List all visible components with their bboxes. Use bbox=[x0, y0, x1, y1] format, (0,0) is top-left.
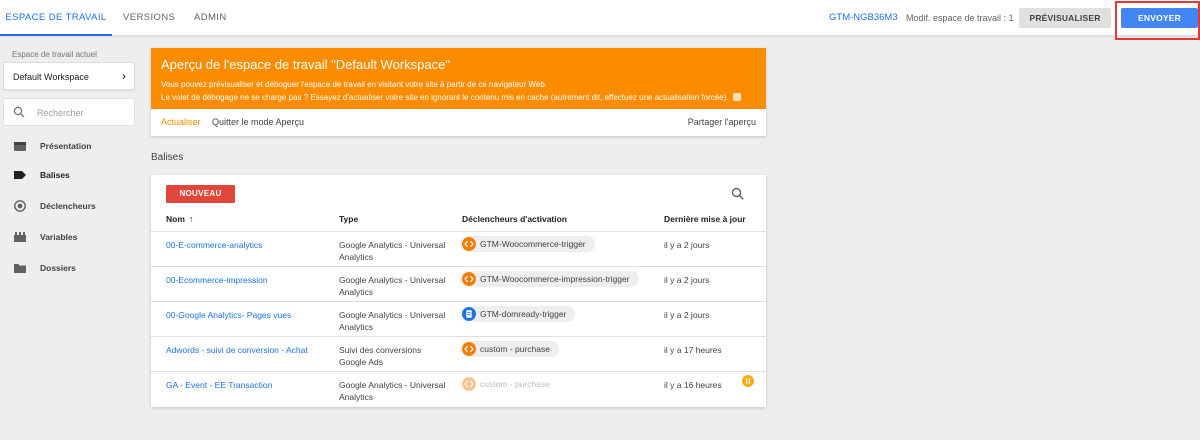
current-workspace-label: Espace de travail actuel bbox=[12, 50, 97, 59]
workspace-selector[interactable]: Default Workspace › bbox=[3, 62, 135, 90]
quit-preview-link[interactable]: Quitter le mode Aperçu bbox=[212, 117, 304, 127]
trigger-chip-label: GTM-Woocommerce-impression-trigger bbox=[480, 274, 630, 284]
table-row[interactable]: GA - Event - EE Transaction Google Analy… bbox=[151, 371, 766, 407]
last-updated: il y a 16 heures bbox=[664, 380, 722, 390]
last-updated: il y a 2 jours bbox=[664, 275, 710, 285]
custom-event-icon bbox=[462, 272, 476, 286]
tab-versions[interactable]: VERSIONS bbox=[123, 0, 175, 36]
container-id-link[interactable]: GTM-NGB36M3 bbox=[829, 0, 898, 36]
search-icon bbox=[13, 106, 25, 118]
preview-mode-card: Aperçu de l'espace de travail "Default W… bbox=[151, 48, 766, 136]
sidebar-item-label: Variables bbox=[40, 232, 78, 242]
tag-type: Google Analytics - Universal Analytics bbox=[339, 275, 446, 297]
sidebar-item-label: Déclencheurs bbox=[40, 201, 96, 211]
page-view-icon bbox=[462, 307, 476, 321]
sidebar-item-label: Balises bbox=[40, 170, 70, 180]
chevron-right-icon: › bbox=[122, 69, 126, 83]
preview-description: Vous pouvez prévisualiser et déboguer l'… bbox=[161, 80, 548, 89]
tag-type: Suivi des conversions Google Ads bbox=[339, 345, 422, 367]
workspace-changes-count: Modif. espace de travail : 1 bbox=[906, 13, 1014, 23]
tag-icon bbox=[14, 171, 26, 179]
table-row[interactable]: 00-Google Analytics- Pages vues Google A… bbox=[151, 301, 766, 337]
preview-banner: Aperçu de l'espace de travail "Default W… bbox=[151, 48, 766, 109]
search-icon[interactable] bbox=[731, 187, 744, 200]
tag-name-link[interactable]: 00-Ecommerce-impression bbox=[166, 275, 268, 285]
tag-name-link[interactable]: GA - Event - EE Transaction bbox=[166, 380, 272, 390]
search-placeholder: Rechercher bbox=[37, 108, 84, 118]
custom-event-icon bbox=[462, 237, 476, 251]
tab-workspace[interactable]: ESPACE DE TRAVAIL bbox=[0, 0, 112, 36]
trigger-chip[interactable]: custom - purchase bbox=[460, 376, 559, 392]
tag-name-link[interactable]: Adwords - suivi de conversion - Achat bbox=[166, 345, 308, 355]
trigger-chip[interactable]: GTM-Woocommerce-trigger bbox=[460, 236, 595, 252]
new-tag-button[interactable]: NOUVEAU bbox=[166, 185, 235, 203]
column-header-updated[interactable]: Dernière mise à jour bbox=[664, 214, 746, 224]
table-row[interactable]: Adwords - suivi de conversion - Achat Su… bbox=[151, 336, 766, 372]
workspace-name: Default Workspace bbox=[13, 72, 89, 82]
tag-type: Google Analytics - Universal Analytics bbox=[339, 240, 446, 262]
trigger-icon bbox=[14, 200, 26, 212]
sidebar-item-label: Dossiers bbox=[40, 263, 76, 273]
trigger-chip-label: custom - purchase bbox=[480, 344, 550, 354]
column-header-name-label: Nom bbox=[166, 214, 185, 224]
variables-icon bbox=[14, 232, 26, 242]
sidebar-item-label: Présentation bbox=[40, 141, 92, 151]
last-updated: il y a 2 jours bbox=[664, 240, 710, 250]
pause-icon[interactable] bbox=[742, 375, 754, 387]
help-icon[interactable] bbox=[732, 93, 741, 101]
sidebar-item-tags[interactable]: Balises bbox=[14, 168, 134, 184]
preview-troubleshoot-text: Le volet de débogage ne se charge pas ? … bbox=[161, 93, 729, 102]
trigger-chip-label: GTM-Woocommerce-trigger bbox=[480, 239, 586, 249]
custom-event-icon bbox=[462, 342, 476, 356]
refresh-preview-link[interactable]: Actualiser bbox=[161, 117, 201, 127]
tab-admin[interactable]: ADMIN bbox=[194, 0, 227, 36]
custom-event-icon bbox=[462, 377, 476, 391]
column-header-name[interactable]: Nom ↑ bbox=[166, 214, 193, 224]
submit-highlight-frame bbox=[1115, 1, 1200, 40]
tags-section-title: Balises bbox=[151, 152, 184, 163]
preview-button[interactable]: PRÉVISUALISER bbox=[1019, 8, 1111, 28]
overview-icon bbox=[14, 142, 26, 151]
preview-troubleshoot: Le volet de débogage ne se charge pas ? … bbox=[161, 93, 741, 102]
sidebar-item-folders[interactable]: Dossiers bbox=[14, 261, 134, 277]
column-header-type[interactable]: Type bbox=[339, 214, 358, 224]
column-header-triggers[interactable]: Déclencheurs d'activation bbox=[462, 214, 567, 224]
trigger-chip[interactable]: GTM-domready-trigger bbox=[460, 306, 576, 322]
preview-title: Aperçu de l'espace de travail "Default W… bbox=[161, 57, 450, 72]
last-updated: il y a 17 heures bbox=[664, 345, 722, 355]
tag-type: Google Analytics - Universal Analytics bbox=[339, 380, 446, 402]
sidebar-search[interactable]: Rechercher bbox=[3, 98, 135, 126]
tag-type: Google Analytics - Universal Analytics bbox=[339, 310, 446, 332]
table-row[interactable]: 00-Ecommerce-impression Google Analytics… bbox=[151, 266, 766, 302]
trigger-chip-label: GTM-domready-trigger bbox=[480, 309, 567, 319]
sidebar-item-overview[interactable]: Présentation bbox=[14, 139, 134, 155]
tags-table-card: NOUVEAU Nom ↑ Type Déclencheurs d'activat… bbox=[151, 175, 766, 407]
trigger-chip[interactable]: custom - purchase bbox=[460, 341, 559, 357]
tag-name-link[interactable]: 00-Google Analytics- Pages vues bbox=[166, 310, 291, 320]
sidebar-item-variables[interactable]: Variables bbox=[14, 230, 134, 246]
sort-ascending-icon: ↑ bbox=[188, 214, 194, 224]
trigger-chip-label: custom - purchase bbox=[480, 379, 550, 389]
share-preview-link[interactable]: Partager l'aperçu bbox=[688, 117, 756, 127]
folder-icon bbox=[14, 264, 26, 273]
sidebar-item-triggers[interactable]: Déclencheurs bbox=[14, 199, 134, 215]
tag-name-link[interactable]: 00-E-commerce-analytics bbox=[166, 240, 262, 250]
trigger-chip[interactable]: GTM-Woocommerce-impression-trigger bbox=[460, 271, 639, 287]
top-bar: ESPACE DE TRAVAIL VERSIONS ADMIN GTM-NGB… bbox=[0, 0, 1200, 36]
last-updated: il y a 2 jours bbox=[664, 310, 710, 320]
table-row[interactable]: 00-E-commerce-analytics Google Analytics… bbox=[151, 231, 766, 267]
